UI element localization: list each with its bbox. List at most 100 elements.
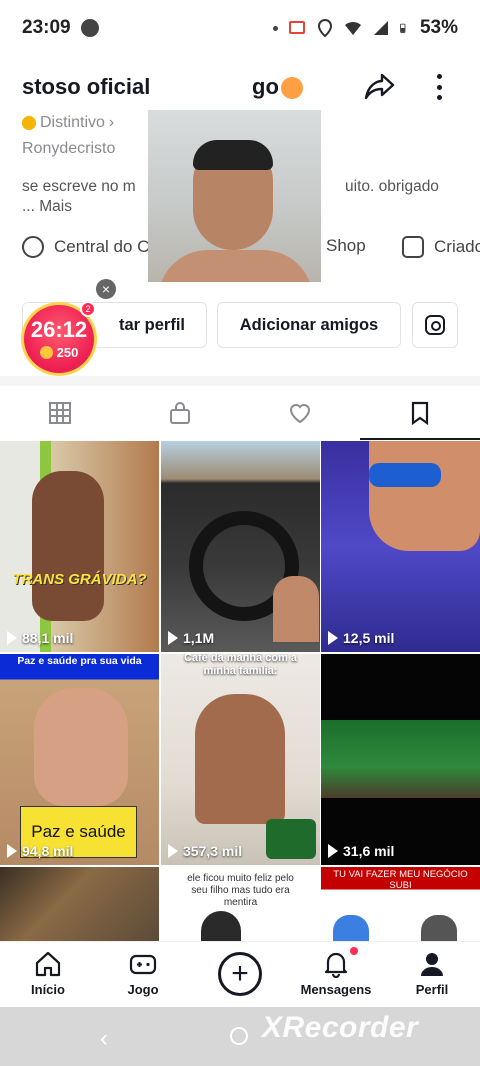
video-thumbnail (369, 441, 480, 551)
signal-icon (373, 21, 388, 35)
dot-icon (272, 25, 278, 31)
wifi-icon (344, 21, 361, 35)
video-caption: TU VAI FAZER MEU NEGÓCIO SUBI KKKKKKKKKK… (333, 869, 468, 902)
reward-timer[interactable]: 2 26:12 250 (21, 301, 97, 376)
play-icon (7, 631, 17, 645)
home-circle-icon[interactable] (230, 1027, 248, 1045)
crown-icon (281, 77, 303, 99)
add-friends-button[interactable]: Adicionar amigos (217, 302, 401, 348)
lightning-icon (22, 236, 44, 258)
play-icon (328, 631, 338, 645)
picture-in-picture-video[interactable] (148, 110, 321, 282)
video-tile[interactable]: 31,6 mil (321, 654, 480, 865)
nav-profile[interactable]: Perfil (392, 950, 472, 997)
status-time: 23:09 (22, 17, 71, 38)
badge-icon (22, 116, 36, 130)
video-thumbnail (195, 694, 285, 824)
shop-label: Shop (326, 236, 366, 255)
nav-game[interactable]: Jogo (103, 950, 183, 997)
battery-level: 53% (419, 17, 458, 38)
share-icon[interactable] (362, 70, 396, 104)
system-nav-bar: ‹ XRecorder (0, 1007, 480, 1066)
video-tile[interactable]: Paz e saúde pra sua vida Paz e saúde 94,… (0, 654, 159, 865)
video-caption: TRANS GRÁVIDA? (12, 571, 147, 588)
more-options-icon[interactable] (428, 70, 450, 104)
play-icon (328, 844, 338, 858)
heart-icon (289, 404, 311, 424)
video-thumbnail (201, 911, 241, 941)
view-count: 31,6 mil (343, 843, 395, 859)
instagram-icon (425, 315, 445, 335)
bio-text-left: se escreve no m (22, 178, 136, 195)
edit-profile-label: tar perfil (119, 315, 186, 334)
badge-link[interactable]: Distintivo › (22, 114, 114, 132)
game-screen (321, 720, 480, 798)
video-caption: Café da manhã com a minha família: (183, 654, 298, 677)
play-icon (7, 844, 17, 858)
chevron-right-icon: › (108, 114, 115, 131)
video-views: 94,8 mil (7, 843, 73, 859)
nav-home[interactable]: Início (8, 950, 88, 997)
profile-tabs (0, 386, 480, 440)
person-icon (421, 953, 443, 976)
tab-videos[interactable] (0, 386, 120, 440)
back-icon[interactable]: ‹ (100, 1025, 108, 1053)
view-count: 357,3 mil (183, 843, 243, 859)
tab-private[interactable] (120, 386, 240, 440)
creator-label: Criado (434, 237, 480, 256)
pip-hair (193, 140, 273, 170)
video-tile[interactable]: 1,1M (161, 441, 320, 652)
video-tile[interactable]: Café da manhã com a minha família: 357,3… (161, 654, 320, 865)
video-thumbnail (34, 688, 128, 806)
profile-username: stoso oficial (22, 74, 151, 99)
close-icon[interactable]: × (96, 279, 116, 299)
video-tile[interactable]: TU VAI FAZER MEU NEGÓCIO SUBI KKKKKKKKKK… (321, 867, 480, 941)
bio-text-right: uito. obrigado (345, 178, 439, 195)
video-tile[interactable]: ele ficou muito feliz pelo seu filho mas… (161, 867, 320, 941)
video-thumbnail-inset (273, 576, 319, 642)
timer-time: 26:12 (30, 317, 88, 342)
play-icon (168, 631, 178, 645)
creator-central-label: Central do C (54, 237, 150, 256)
sticker-text: Paz e saúde (31, 822, 126, 841)
add-friends-label: Adicionar amigos (239, 315, 379, 334)
bookmark-icon (411, 401, 429, 425)
badge-label: Distintivo (40, 114, 105, 131)
status-icons: 53% (272, 17, 458, 39)
video-views: 88,1 mil (7, 630, 73, 646)
nav-profile-label: Perfil (415, 982, 449, 997)
bio-more-link[interactable]: ... Mais (22, 196, 72, 217)
video-tile[interactable] (0, 867, 159, 941)
video-views: 31,6 mil (328, 843, 394, 859)
shop-link[interactable]: Shop (326, 236, 366, 256)
nav-messages[interactable]: Mensagens (296, 950, 376, 997)
video-grid: TRANS GRÁVIDA? 88,1 mil 1,1M 12,5 mil Pa… (0, 441, 480, 941)
view-count: 94,8 mil (22, 843, 74, 859)
section-divider (0, 376, 480, 386)
nav-game-label: Jogo (127, 982, 159, 997)
creator-link[interactable]: Criado (402, 236, 480, 258)
coin-icon (39, 346, 53, 359)
create-post-button[interactable]: + (218, 952, 262, 996)
video-thumbnail (333, 915, 369, 941)
profile-handle: Ronydecristo (22, 140, 116, 157)
video-tile[interactable]: TRANS GRÁVIDA? 88,1 mil (0, 441, 159, 652)
instagram-button[interactable] (412, 302, 458, 348)
video-views: 1,1M (168, 630, 214, 646)
profile-username-tail: go (252, 74, 279, 99)
store-icon (402, 236, 424, 258)
profile-header: stoso oficial go (0, 64, 480, 114)
creator-central-link[interactable]: Central do C (22, 236, 149, 258)
nav-messages-label: Mensagens (300, 982, 372, 997)
tab-liked[interactable] (240, 386, 360, 440)
gamepad-icon (129, 954, 157, 975)
video-caption: ele ficou muito feliz pelo seu filho mas… (187, 873, 294, 908)
tab-saved[interactable] (360, 386, 480, 440)
notification-icon (80, 19, 99, 37)
cup-shape (266, 819, 316, 859)
video-tile[interactable]: 12,5 mil (321, 441, 480, 652)
view-count: 88,1 mil (22, 630, 74, 646)
view-count: 1,1M (183, 630, 215, 646)
grid-icon (49, 402, 71, 424)
notification-dot (350, 947, 358, 955)
